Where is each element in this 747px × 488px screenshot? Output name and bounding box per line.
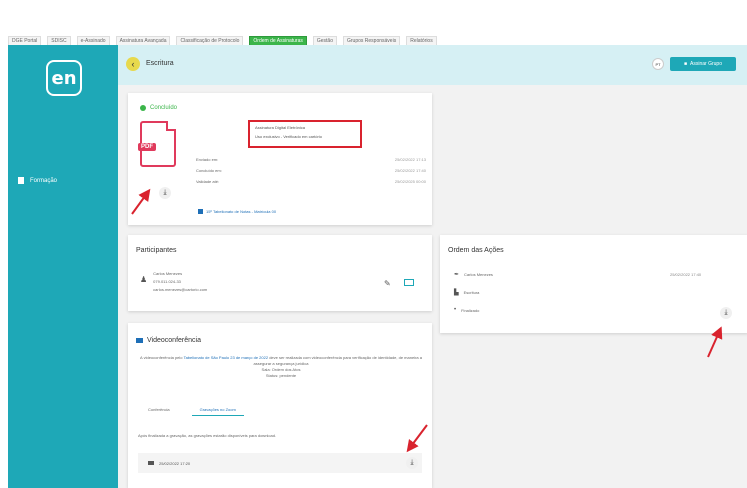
tab-sdisc[interactable]: SDISC <box>47 35 71 46</box>
edit-pen-icon[interactable]: ✎ <box>384 279 391 288</box>
document-info: Enviado em: 25/02/2022 17:13 Concluído e… <box>196 157 426 190</box>
pdf-label: PDF <box>138 143 156 151</box>
assign-group-button[interactable]: ■ Assinar Grupo <box>670 57 736 71</box>
videoconference-description: A videoconferência pelo Tabelionato de S… <box>140 355 422 378</box>
info-value: 25/02/2025 00:00 <box>394 179 426 184</box>
participants-title: Participantes <box>136 247 177 254</box>
dot-icon: • <box>454 307 457 313</box>
document-icon <box>18 177 24 184</box>
avatar[interactable]: PT <box>652 58 664 70</box>
signature-box: Assinatura Digital Eletrônica Uso exclus… <box>248 120 362 148</box>
action-label: Finalizado <box>461 307 480 313</box>
actions-order-card: Ordem das Ações ✒ Carlos Menezes 25/02/2… <box>440 235 747 333</box>
sidebar-item-label: Formação <box>30 177 58 184</box>
download-icon: ⤓ <box>163 189 167 196</box>
signature-line-1: Assinatura Digital Eletrônica <box>255 125 306 130</box>
actions-title: Ordem das Ações <box>448 247 504 254</box>
main-content: Concluído PDF ⤓ Assinatura Digital Eletr… <box>118 85 747 488</box>
back-button[interactable]: ‹ <box>126 57 140 71</box>
videoconference-tabs: Conferência Gravações no Zoom <box>148 407 244 416</box>
building-icon <box>198 209 203 214</box>
check-circle-icon <box>140 105 146 111</box>
pen-icon: ✒ <box>454 272 460 278</box>
videoconference-title-label: Videoconferência <box>147 337 201 344</box>
registry-link-label: 15º Tabelionato de Notas - Matrícula 00 <box>206 209 277 214</box>
tab-grupos[interactable]: Grupos Responsáveis <box>343 35 401 46</box>
participant-item: ♟ Carlos Menezes 079.011.024-33 carlos.m… <box>140 271 207 295</box>
info-row: Validade até: 25/02/2025 00:00 <box>196 179 426 184</box>
assign-group-label: Assinar Grupo <box>690 61 722 67</box>
video-camera-icon <box>136 338 143 343</box>
recordings-note: Após finalizada a gravação, as gravações… <box>138 433 277 438</box>
tab-dge-portal[interactable]: DGE Portal <box>8 35 42 46</box>
tab-conferencia[interactable]: Conferência <box>148 407 170 416</box>
user-icon: ♟ <box>140 275 148 284</box>
info-value: 25/02/2022 17:13 <box>394 157 426 162</box>
tab-gestao[interactable]: Gestão <box>312 35 337 46</box>
top-bar: DGE Portal SDISC e-Assinado Assinatura A… <box>0 0 747 46</box>
page-title: Escritura <box>146 60 174 67</box>
sidebar: en Formação <box>8 45 118 488</box>
info-value: 25/02/2022 17:40 <box>394 168 426 173</box>
videoconference-card: Videoconferência A videoconferência pelo… <box>128 323 432 488</box>
document-download-button[interactable]: ⤓ <box>159 187 171 199</box>
pdf-file-icon[interactable]: PDF <box>138 121 176 167</box>
tab-gravacoes[interactable]: Gravações no Zoom <box>191 407 244 416</box>
download-icon: ⤓ <box>724 309 728 316</box>
action-item: ▙ Escritura <box>454 289 479 296</box>
status-badge: Concluído <box>140 105 177 111</box>
signature-line-2: Uso exclusivo - Verificado em cartório <box>255 134 322 139</box>
tab-e-assinado[interactable]: e-Assinado <box>76 35 110 46</box>
recording-row: 25/02/2022 17:20 <box>138 453 422 473</box>
action-date: 25/02/2022 17:40 <box>670 272 702 277</box>
tab-ordem-assinaturas[interactable]: Ordem de Assinaturas <box>249 35 307 46</box>
document-icon: ▙ <box>454 290 459 296</box>
video-camera-icon <box>148 461 154 465</box>
action-label: Carlos Menezes <box>464 272 493 277</box>
recording-download-button[interactable]: ⤓ <box>406 457 418 469</box>
action-label: Escritura <box>463 290 480 295</box>
participant-name: Carlos Menezes <box>153 271 183 276</box>
action-item: ✒ Carlos Menezes <box>454 271 493 278</box>
videoconference-status: Status: pendente <box>265 373 297 378</box>
info-row: Concluído em: 25/02/2022 17:40 <box>196 168 426 173</box>
info-row: Enviado em: 25/02/2022 17:13 <box>196 157 426 162</box>
participant-doc: 079.011.024-33 <box>153 279 181 284</box>
videoconference-title: Videoconferência <box>136 337 201 344</box>
videoconference-link[interactable]: Tabelionato de São Paulo 23 de março de … <box>184 355 269 360</box>
back-arrow-icon: ‹ <box>131 59 135 69</box>
user-icon: ■ <box>684 61 688 67</box>
download-icon: ⤓ <box>410 459 414 466</box>
participant-email: carlos.menezes@cartorio.com <box>153 287 208 292</box>
recording-date: 25/02/2022 17:20 <box>159 460 191 466</box>
info-label: Validade até: <box>196 179 220 184</box>
tab-relatorios[interactable]: Relatórios <box>406 35 437 46</box>
sidebar-item-formacao[interactable]: Formação <box>18 177 57 184</box>
info-label: Concluído em: <box>196 168 222 173</box>
action-item: • Finalizado <box>454 307 479 313</box>
status-label: Concluído <box>150 105 178 111</box>
tab-assinatura[interactable]: Assinatura Avançada <box>115 35 171 46</box>
tab-classificacao[interactable]: Classificação de Protocolo <box>176 35 244 46</box>
registry-link[interactable]: 15º Tabelionato de Notas - Matrícula 00 <box>198 209 276 214</box>
participants-card: Participantes ♟ Carlos Menezes 079.011.0… <box>128 235 432 311</box>
document-card: Concluído PDF ⤓ Assinatura Digital Eletr… <box>128 93 432 225</box>
page-header: ‹ Escritura PT ■ Assinar Grupo <box>118 45 747 85</box>
app-logo[interactable]: en <box>46 60 82 96</box>
info-label: Enviado em: <box>196 157 219 162</box>
app-tabs: DGE Portal SDISC e-Assinado Assinatura A… <box>8 35 437 46</box>
actions-download-button[interactable]: ⤓ <box>720 307 732 319</box>
monitor-icon[interactable] <box>404 279 414 286</box>
